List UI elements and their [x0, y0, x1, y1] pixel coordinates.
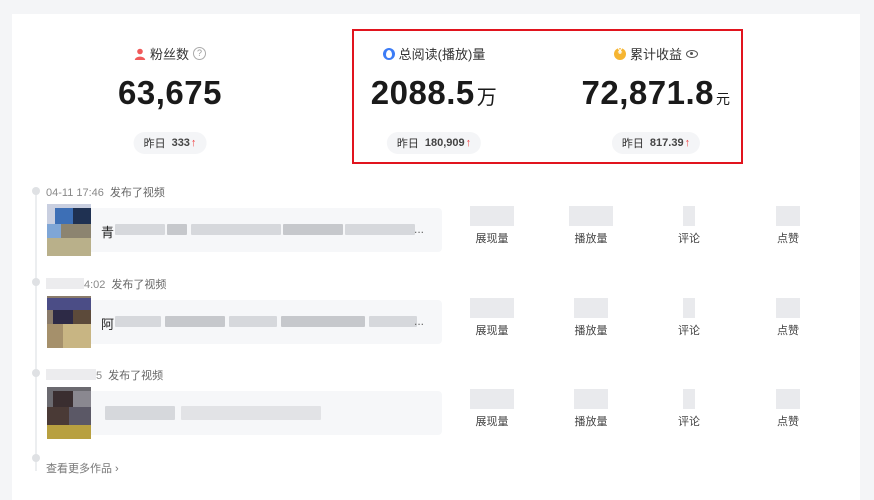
up-arrow-icon: ↑: [190, 137, 197, 149]
video-title: 青: [101, 225, 115, 240]
video-thumbnail[interactable]: [47, 296, 91, 348]
blurred-value: [776, 298, 800, 318]
metric-plays: 播放量: [561, 206, 621, 246]
blurred-value: [470, 389, 514, 409]
metric-label: 评论: [678, 233, 700, 245]
entry-header: 5 发布了视频: [46, 367, 163, 383]
view-more-link[interactable]: 查看更多作品 ›: [46, 460, 119, 476]
metric-impressions: 展现量: [462, 298, 522, 338]
blurred-text: [369, 316, 417, 327]
video-item[interactable]: [47, 387, 442, 439]
timeline-dot: [32, 369, 40, 377]
metric-likes: 点赞: [758, 206, 818, 246]
metric-plays: 播放量: [561, 389, 621, 429]
entry-time: 04-11 17:46: [46, 187, 104, 199]
blurred-text: [165, 316, 225, 327]
pill-value: 333: [171, 137, 190, 149]
blurred-value: [776, 389, 800, 409]
blurred-text: [115, 224, 165, 235]
metric-label: 点赞: [777, 325, 799, 337]
entry-time: 4:02: [84, 279, 106, 291]
video-item[interactable]: 阿 ...: [47, 296, 442, 348]
person-icon: [134, 48, 146, 60]
stat-fans-value: 63,675: [60, 74, 280, 112]
entry-action: 发布了视频: [109, 187, 165, 199]
entry-header: 04-11 17:46 发布了视频: [46, 184, 165, 200]
title-ellipsis: ...: [413, 222, 424, 236]
help-icon[interactable]: ?: [193, 47, 206, 60]
video-thumbnail[interactable]: [47, 204, 91, 256]
timeline-dot: [32, 187, 40, 195]
blurred-value: [569, 206, 613, 226]
timeline-line: [35, 191, 37, 471]
blurred-value: [574, 389, 608, 409]
video-thumbnail[interactable]: [47, 387, 91, 439]
blurred-date: [46, 278, 84, 289]
blurred-text: [345, 224, 415, 235]
video-title: 阿: [101, 317, 115, 332]
metric-label: 展现量: [475, 325, 509, 337]
stat-fans-title: 粉丝数 ?: [60, 44, 280, 63]
entry-time: 5: [96, 370, 103, 382]
entry-header: 4:02 发布了视频: [46, 276, 166, 292]
blurred-text: [191, 224, 281, 235]
metric-label: 播放量: [574, 325, 608, 337]
entry-action: 发布了视频: [111, 279, 167, 291]
metric-plays: 播放量: [561, 298, 621, 338]
metric-label: 评论: [678, 325, 700, 337]
metric-impressions: 展现量: [462, 389, 522, 429]
metric-label: 评论: [678, 416, 700, 428]
metric-label: 展现量: [475, 416, 509, 428]
metric-label: 播放量: [574, 233, 608, 245]
title-ellipsis: ...: [413, 314, 424, 328]
blurred-value: [683, 298, 695, 318]
blurred-text: [167, 224, 187, 235]
metric-comments: 评论: [659, 389, 719, 429]
metric-label: 点赞: [777, 233, 799, 245]
blurred-text: [181, 406, 321, 420]
metric-label: 点赞: [777, 416, 799, 428]
blurred-text: [105, 406, 175, 420]
timeline-dot: [32, 454, 40, 462]
metric-likes: 点赞: [758, 298, 818, 338]
blurred-value: [683, 389, 695, 409]
metric-label: 播放量: [574, 416, 608, 428]
blurred-text: [283, 224, 343, 235]
metric-impressions: 展现量: [462, 206, 522, 246]
blurred-value: [574, 298, 608, 318]
metric-likes: 点赞: [758, 389, 818, 429]
dashboard-card: 粉丝数 ? 63,675 昨日 333 ↑ 总阅读(播放)量 2088.5 万 昨日…: [12, 14, 860, 500]
blurred-date: [46, 369, 96, 380]
blurred-text: [115, 316, 161, 327]
pill-label: 昨日: [143, 138, 166, 150]
highlight-box: [352, 29, 743, 164]
blurred-text: [281, 316, 365, 327]
metric-label: 展现量: [475, 233, 509, 245]
stat-fans-number: 63,675: [118, 74, 222, 111]
metric-comments: 评论: [659, 298, 719, 338]
stat-fans-label: 粉丝数: [149, 47, 189, 62]
blurred-value: [776, 206, 800, 226]
blurred-value: [470, 298, 514, 318]
blurred-value: [683, 206, 695, 226]
blurred-text: [229, 316, 277, 327]
timeline-dot: [32, 278, 40, 286]
video-item[interactable]: 青 ...: [47, 204, 442, 256]
metric-comments: 评论: [659, 206, 719, 246]
blurred-value: [470, 206, 514, 226]
entry-action: 发布了视频: [108, 370, 164, 382]
stat-fans-yesterday: 昨日 333 ↑: [133, 132, 207, 154]
